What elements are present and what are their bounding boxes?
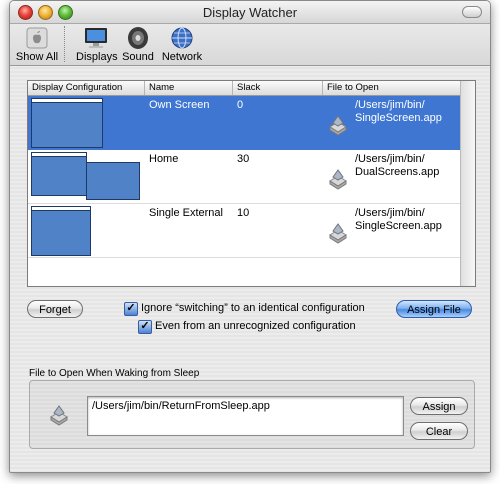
even-unrecognized-label: Even from an unrecognized configuration xyxy=(155,320,356,332)
column-header-file-to-open[interactable]: File to Open xyxy=(323,81,461,95)
column-header-slack[interactable]: Slack xyxy=(233,81,323,95)
row-slack: 10 xyxy=(237,207,250,219)
row-file-path-text: /Users/jim/bin/ SingleScreen.app xyxy=(355,99,442,124)
application-icon xyxy=(325,167,351,194)
toolbar-label-displays: Displays xyxy=(76,51,118,63)
clear-button[interactable]: Clear xyxy=(410,422,468,440)
column-header-name[interactable]: Name xyxy=(145,81,233,95)
toolbar-label-show-all: Show All xyxy=(15,51,59,63)
application-icon xyxy=(325,221,351,248)
toolbar-item-show-all[interactable]: Show All xyxy=(14,24,60,63)
row-name: Own Screen xyxy=(149,99,210,111)
row-name: Single External xyxy=(149,207,223,219)
apple-icon xyxy=(24,26,50,50)
single-display-thumbnail xyxy=(31,206,91,256)
toolbar-toggle-button[interactable] xyxy=(462,6,482,18)
table-row[interactable]: Single External 10 /Users/jim/bin/ Singl… xyxy=(28,204,461,258)
application-icon xyxy=(325,113,351,140)
row-file-path-text: /Users/jim/bin/ DualScreens.app xyxy=(355,153,440,178)
row-file-path: /Users/jim/bin/ SingleScreen.app xyxy=(355,207,442,233)
toolbar-item-displays[interactable]: Displays xyxy=(76,24,118,63)
toolbar-item-sound[interactable]: Sound xyxy=(118,24,158,63)
single-display-thumbnail xyxy=(31,98,103,148)
row-file: /Users/jim/bin/ SingleScreen.app xyxy=(322,99,457,145)
ignore-switching-checkbox[interactable]: ✓ xyxy=(124,302,138,316)
display-watcher-window: Display Watcher Show All Displays Sound … xyxy=(9,0,491,473)
ignore-switching-option[interactable]: ✓ Ignore “switching” to an identical con… xyxy=(124,302,384,316)
assign-file-button[interactable]: Assign File xyxy=(396,300,472,318)
window-title: Display Watcher xyxy=(202,5,298,20)
column-header-display-configuration[interactable]: Display Configuration xyxy=(28,81,145,95)
monitor-icon xyxy=(83,26,109,50)
row-file-path-text: /Users/jim/bin/ SingleScreen.app xyxy=(355,207,442,232)
table-row[interactable]: Home 30 /Users/jim/bin/ DualScreens.app xyxy=(28,150,461,204)
row-slack: 0 xyxy=(237,99,244,111)
sleep-file-path-field[interactable]: /Users/jim/bin/ReturnFromSleep.app xyxy=(87,396,404,436)
row-name: Home xyxy=(149,153,179,165)
table-header: Display Configuration Name Slack File to… xyxy=(28,81,461,96)
toolbar-separator xyxy=(64,26,65,62)
row-file: /Users/jim/bin/ DualScreens.app xyxy=(322,153,457,199)
table-scrollbar[interactable] xyxy=(460,81,475,286)
row-file: /Users/jim/bin/ SingleScreen.app xyxy=(322,207,457,253)
preferences-toolbar: Show All Displays Sound Network xyxy=(10,24,490,66)
even-unrecognized-option[interactable]: ✓ Even from an unrecognized configuratio… xyxy=(138,320,378,334)
application-icon xyxy=(46,403,72,430)
row-file-path: /Users/jim/bin/ SingleScreen.app xyxy=(355,99,442,125)
ignore-switching-label: Ignore “switching” to an identical confi… xyxy=(141,302,365,314)
sleep-group-title: File to Open When Waking from Sleep xyxy=(29,368,200,379)
toolbar-label-network: Network xyxy=(161,51,203,63)
toolbar-item-network[interactable]: Network xyxy=(158,24,206,63)
table-row[interactable]: Own Screen 0 /Users/jim/bin/ SingleScree… xyxy=(28,96,461,150)
primary-display-thumbnail xyxy=(31,152,87,196)
assign-button[interactable]: Assign xyxy=(410,397,468,415)
speaker-icon xyxy=(125,26,151,50)
row-file-path: /Users/jim/bin/ DualScreens.app xyxy=(355,153,439,179)
even-unrecognized-checkbox[interactable]: ✓ xyxy=(138,320,152,334)
title-bar: Display Watcher xyxy=(10,1,490,24)
forget-button[interactable]: Forget xyxy=(27,300,83,318)
display-configurations-table[interactable]: Display Configuration Name Slack File to… xyxy=(27,80,476,287)
toolbar-label-sound: Sound xyxy=(122,51,154,63)
secondary-display-thumbnail xyxy=(86,162,140,200)
row-slack: 30 xyxy=(237,153,250,165)
globe-icon xyxy=(169,26,195,50)
sleep-file-group: /Users/jim/bin/ReturnFromSleep.app Assig… xyxy=(29,380,475,449)
